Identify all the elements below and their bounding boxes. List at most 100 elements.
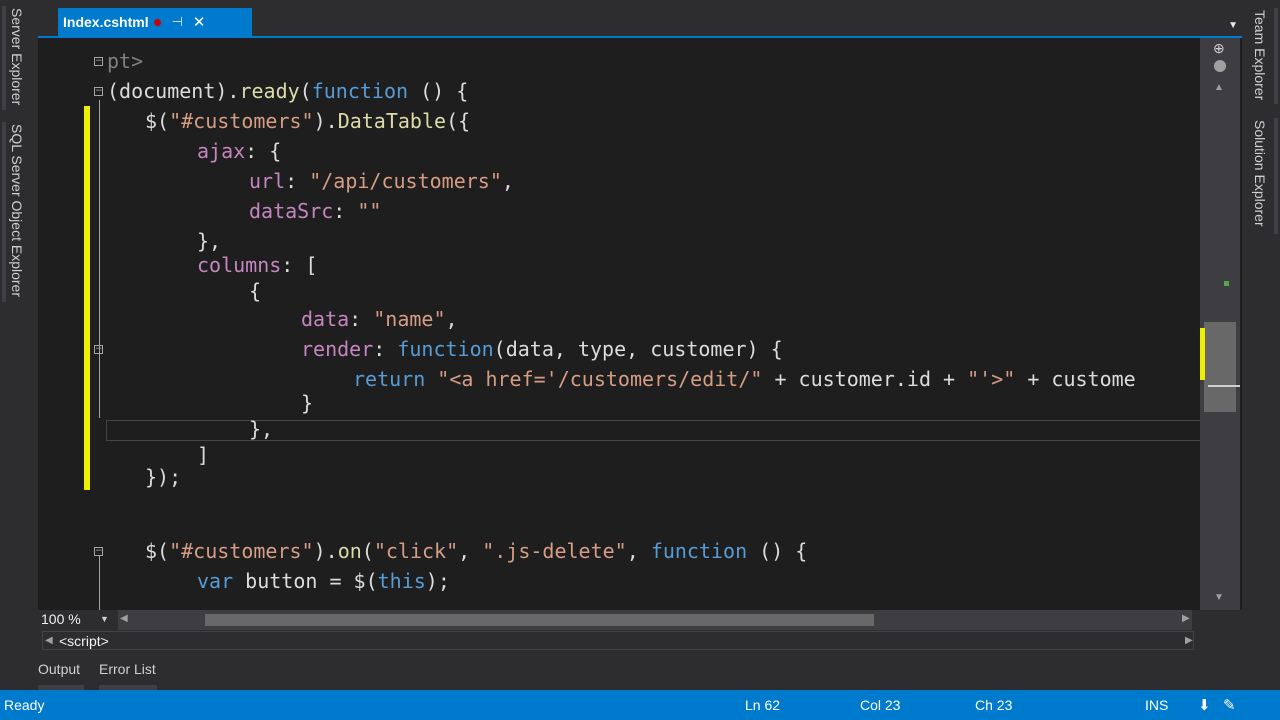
change-marker [1200,328,1205,380]
caret-position-marker [1208,385,1240,387]
code-line[interactable]: render: function(data, type, customer) { [301,336,783,362]
code-token: ] [197,443,210,467]
code-token: : [333,199,358,223]
code-token: $( [145,109,170,133]
scope-dropdown[interactable]: ◀ <script> ▶ [42,631,1194,650]
collapse-toggle-icon[interactable]: − [94,547,103,556]
collapse-toggle-icon[interactable]: − [94,57,103,66]
code-line[interactable]: }); [145,464,181,490]
tab-accent [1274,8,1278,104]
zoom-dropdown-icon[interactable]: ▼ [100,614,109,624]
tab-accent [2,6,6,110]
scroll-left-icon[interactable]: ◀ [120,613,128,624]
code-token: $( [145,539,170,563]
code-line[interactable]: (document).ready(function () { [107,78,468,104]
code-token: : [349,307,374,331]
code-token: ( [361,539,374,563]
status-column: Col 23 [860,697,901,713]
code-token: : [ [281,253,318,277]
tab-server-explorer[interactable]: Server Explorer [9,8,25,105]
code-token: columns [197,253,282,277]
code-token: ready [239,79,300,103]
left-tool-strip: Server Explorer SQL Server Object Explor… [0,0,38,690]
code-token: }, [249,417,274,441]
status-line: Ln 62 [745,697,781,713]
code-token: button = $( [233,569,378,593]
horizontal-scroll-thumb[interactable] [205,614,874,626]
code-token: DataTable [337,109,447,133]
code-token: () { [747,539,808,563]
preview-icon [1214,60,1226,72]
code-token: "'>" [967,367,1016,391]
code-token: : { [245,139,282,163]
code-line[interactable]: ajax: { [197,138,281,164]
code-line[interactable]: data: "name", [301,306,458,332]
scroll-down-icon[interactable]: ▼ [1214,592,1224,603]
code-token: () { [408,79,469,103]
code-token: var [197,569,234,593]
tab-list-dropdown-icon[interactable]: ▼ [1228,20,1238,31]
code-token: function [397,337,494,361]
tab-index-cshtml[interactable]: Index.cshtml ⊣ ✕ [58,8,252,36]
code-token: ). [313,109,338,133]
code-token: url [249,169,286,193]
code-token: }); [145,465,182,489]
code-token: (data, type, customer) { [493,337,783,361]
feedback-icon[interactable]: ✎ [1223,696,1236,714]
scroll-right-icon[interactable]: ▶ [1182,613,1190,624]
tab-solution-explorer[interactable]: Solution Explorer [1252,120,1268,227]
nav-right-icon[interactable]: ▶ [1185,635,1193,646]
code-token: + customer.id + [762,367,968,391]
collapse-toggle-icon[interactable]: − [94,87,103,96]
code-line[interactable]: return "<a href='/customers/edit/" + cus… [353,366,1136,392]
code-line[interactable]: columns: [ [197,252,317,278]
code-token: "" [357,199,382,223]
current-line-highlight [106,420,1236,441]
split-window-icon[interactable]: ⊕ [1213,40,1225,57]
code-line[interactable]: }, [249,416,273,442]
tab-error-list[interactable]: Error List [99,661,156,677]
vertical-scrollbar[interactable]: ⊕ ▲ ▼ [1200,38,1240,610]
tab-accent [1274,118,1278,234]
close-icon[interactable]: ✕ [193,13,206,31]
code-editor[interactable]: − − − − pt> (document).ready(function () … [38,38,1242,610]
nav-left-icon[interactable]: ◀ [45,635,53,646]
status-bar: Ready Ln 62 Col 23 Ch 23 INS ⬇ ✎ [0,690,1280,720]
code-token: data [301,307,350,331]
navigation-bar: ◀ <script> ▶ [38,630,1198,651]
scroll-thumb[interactable] [1204,322,1236,412]
code-line[interactable]: pt> [107,48,143,74]
horizontal-scrollbar[interactable]: ◀ ▶ [118,610,1192,630]
outline-guide [99,100,100,418]
code-line[interactable]: ] [197,442,209,468]
code-token: pt> [107,49,144,73]
code-line[interactable]: { [249,278,261,304]
right-tool-strip: Team Explorer Solution Explorer [1242,0,1280,690]
code-token: : [373,337,398,361]
code-token: ( [299,79,312,103]
bottom-tool-tabs: Output Error List [38,651,1242,690]
scroll-up-icon[interactable]: ▲ [1214,82,1224,93]
tab-team-explorer[interactable]: Team Explorer [1252,10,1268,100]
tab-sql-server-object-explorer[interactable]: SQL Server Object Explorer [9,124,25,297]
code-line[interactable]: $("#customers").on("click", ".js-delete"… [145,538,807,564]
tab-output[interactable]: Output [38,661,80,677]
code-line[interactable]: dataSrc: "" [249,198,381,224]
zoom-level[interactable]: 100 % [41,611,81,627]
code-line[interactable]: $("#customers").DataTable({ [145,108,470,134]
code-line[interactable]: }, [197,228,221,254]
unsaved-indicator-icon [153,19,161,26]
code-token: : [285,169,310,193]
code-line[interactable]: var button = $(this); [197,568,450,594]
code-token: ). [313,539,338,563]
status-insert-mode[interactable]: INS [1145,697,1168,713]
code-line[interactable]: url: "/api/customers", [249,168,514,194]
code-line[interactable]: } [301,390,313,416]
code-token: ({ [446,109,471,133]
code-token: (document). [107,79,240,103]
pin-icon[interactable]: ⊣ [172,14,183,30]
code-token: ajax [197,139,246,163]
publish-icon[interactable]: ⬇ [1198,696,1211,714]
collapse-toggle-icon[interactable]: − [94,345,103,354]
code-token: "name" [373,307,446,331]
